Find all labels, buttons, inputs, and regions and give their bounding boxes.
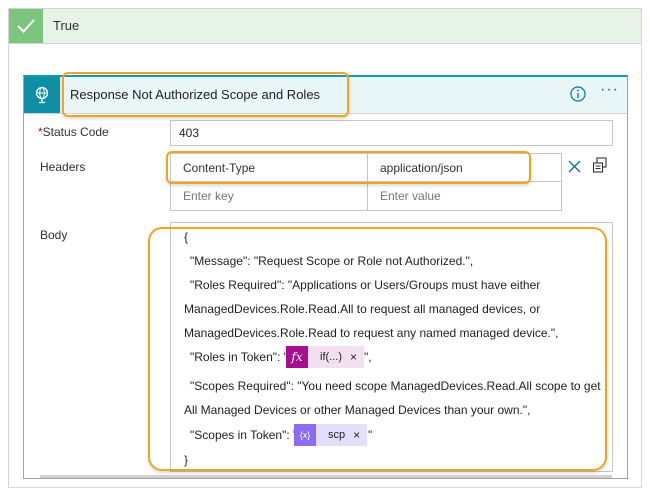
branch-title: True xyxy=(53,18,80,33)
branch-header[interactable]: True xyxy=(9,9,641,44)
token-label: scp xyxy=(328,429,346,441)
header-key-input[interactable]: Content-Type xyxy=(171,154,368,182)
body-line-roles-required-2: ManagedDevices.Role.Read.All to request … xyxy=(184,302,541,316)
body-line-scopes-required-2: All Managed Devices or other Managed Dev… xyxy=(184,403,531,417)
close-icon[interactable] xyxy=(568,160,581,176)
body-line-scopes-required-1: "Scopes Required": "You need scope Manag… xyxy=(190,379,601,393)
remove-token-icon[interactable]: × xyxy=(350,350,364,364)
switch-text-mode-icon[interactable] xyxy=(592,157,608,177)
remove-token-icon[interactable]: × xyxy=(353,428,367,442)
scopes-variable-token[interactable]: {x} scp × xyxy=(294,424,368,446)
header-key: Content-Type xyxy=(183,160,256,175)
card-divider xyxy=(40,475,612,478)
headers-table: Content-Type application/json Enter key … xyxy=(170,153,562,211)
status-code-input[interactable]: 403 xyxy=(170,120,613,146)
globe-response-icon xyxy=(24,77,60,113)
status-code-label: *Status Code xyxy=(38,125,109,139)
header-value-input[interactable]: application/json xyxy=(368,154,561,182)
status-code-label-text: Status Code xyxy=(42,125,109,139)
more-options-icon[interactable]: ··· xyxy=(600,81,619,99)
token-label: if(...) xyxy=(320,351,342,363)
body-line-roles-in-token: "Roles in Token": " xyxy=(190,350,288,364)
value-placeholder: Enter value xyxy=(380,189,441,203)
action-header[interactable]: Response Not Authorized Scope and Roles … xyxy=(24,77,627,114)
body-label: Body xyxy=(40,228,68,242)
function-icon: fx xyxy=(286,346,308,368)
status-code-value: 403 xyxy=(179,126,200,140)
action-title: Response Not Authorized Scope and Roles xyxy=(70,87,321,102)
variable-icon: {x} xyxy=(294,424,316,446)
key-placeholder: Enter key xyxy=(183,189,234,203)
checkmark-icon xyxy=(9,9,43,43)
new-header-key-input[interactable]: Enter key xyxy=(171,182,368,210)
body-line-roles-required-1: "Roles Required": "Applications or Users… xyxy=(190,278,541,292)
new-header-value-input[interactable]: Enter value xyxy=(368,182,561,210)
body-line-roles-required-3: ManagedDevices.Role.Read to request any … xyxy=(184,326,559,340)
body-line-scopes-in-token: "Scopes in Token": " xyxy=(190,428,298,442)
headers-label: Headers xyxy=(40,160,86,174)
body-line-roles-suffix: ", xyxy=(364,350,372,364)
info-icon[interactable] xyxy=(570,86,586,105)
roles-expression-token[interactable]: fx if(...) × xyxy=(286,346,365,368)
body-line-close: } xyxy=(184,453,189,467)
header-value: application/json xyxy=(380,160,463,175)
body-line-message: "Message": "Request Scope or Role not Au… xyxy=(190,254,474,268)
body-line-scopes-suffix: " xyxy=(368,428,373,442)
body-line-open: { xyxy=(184,230,189,244)
